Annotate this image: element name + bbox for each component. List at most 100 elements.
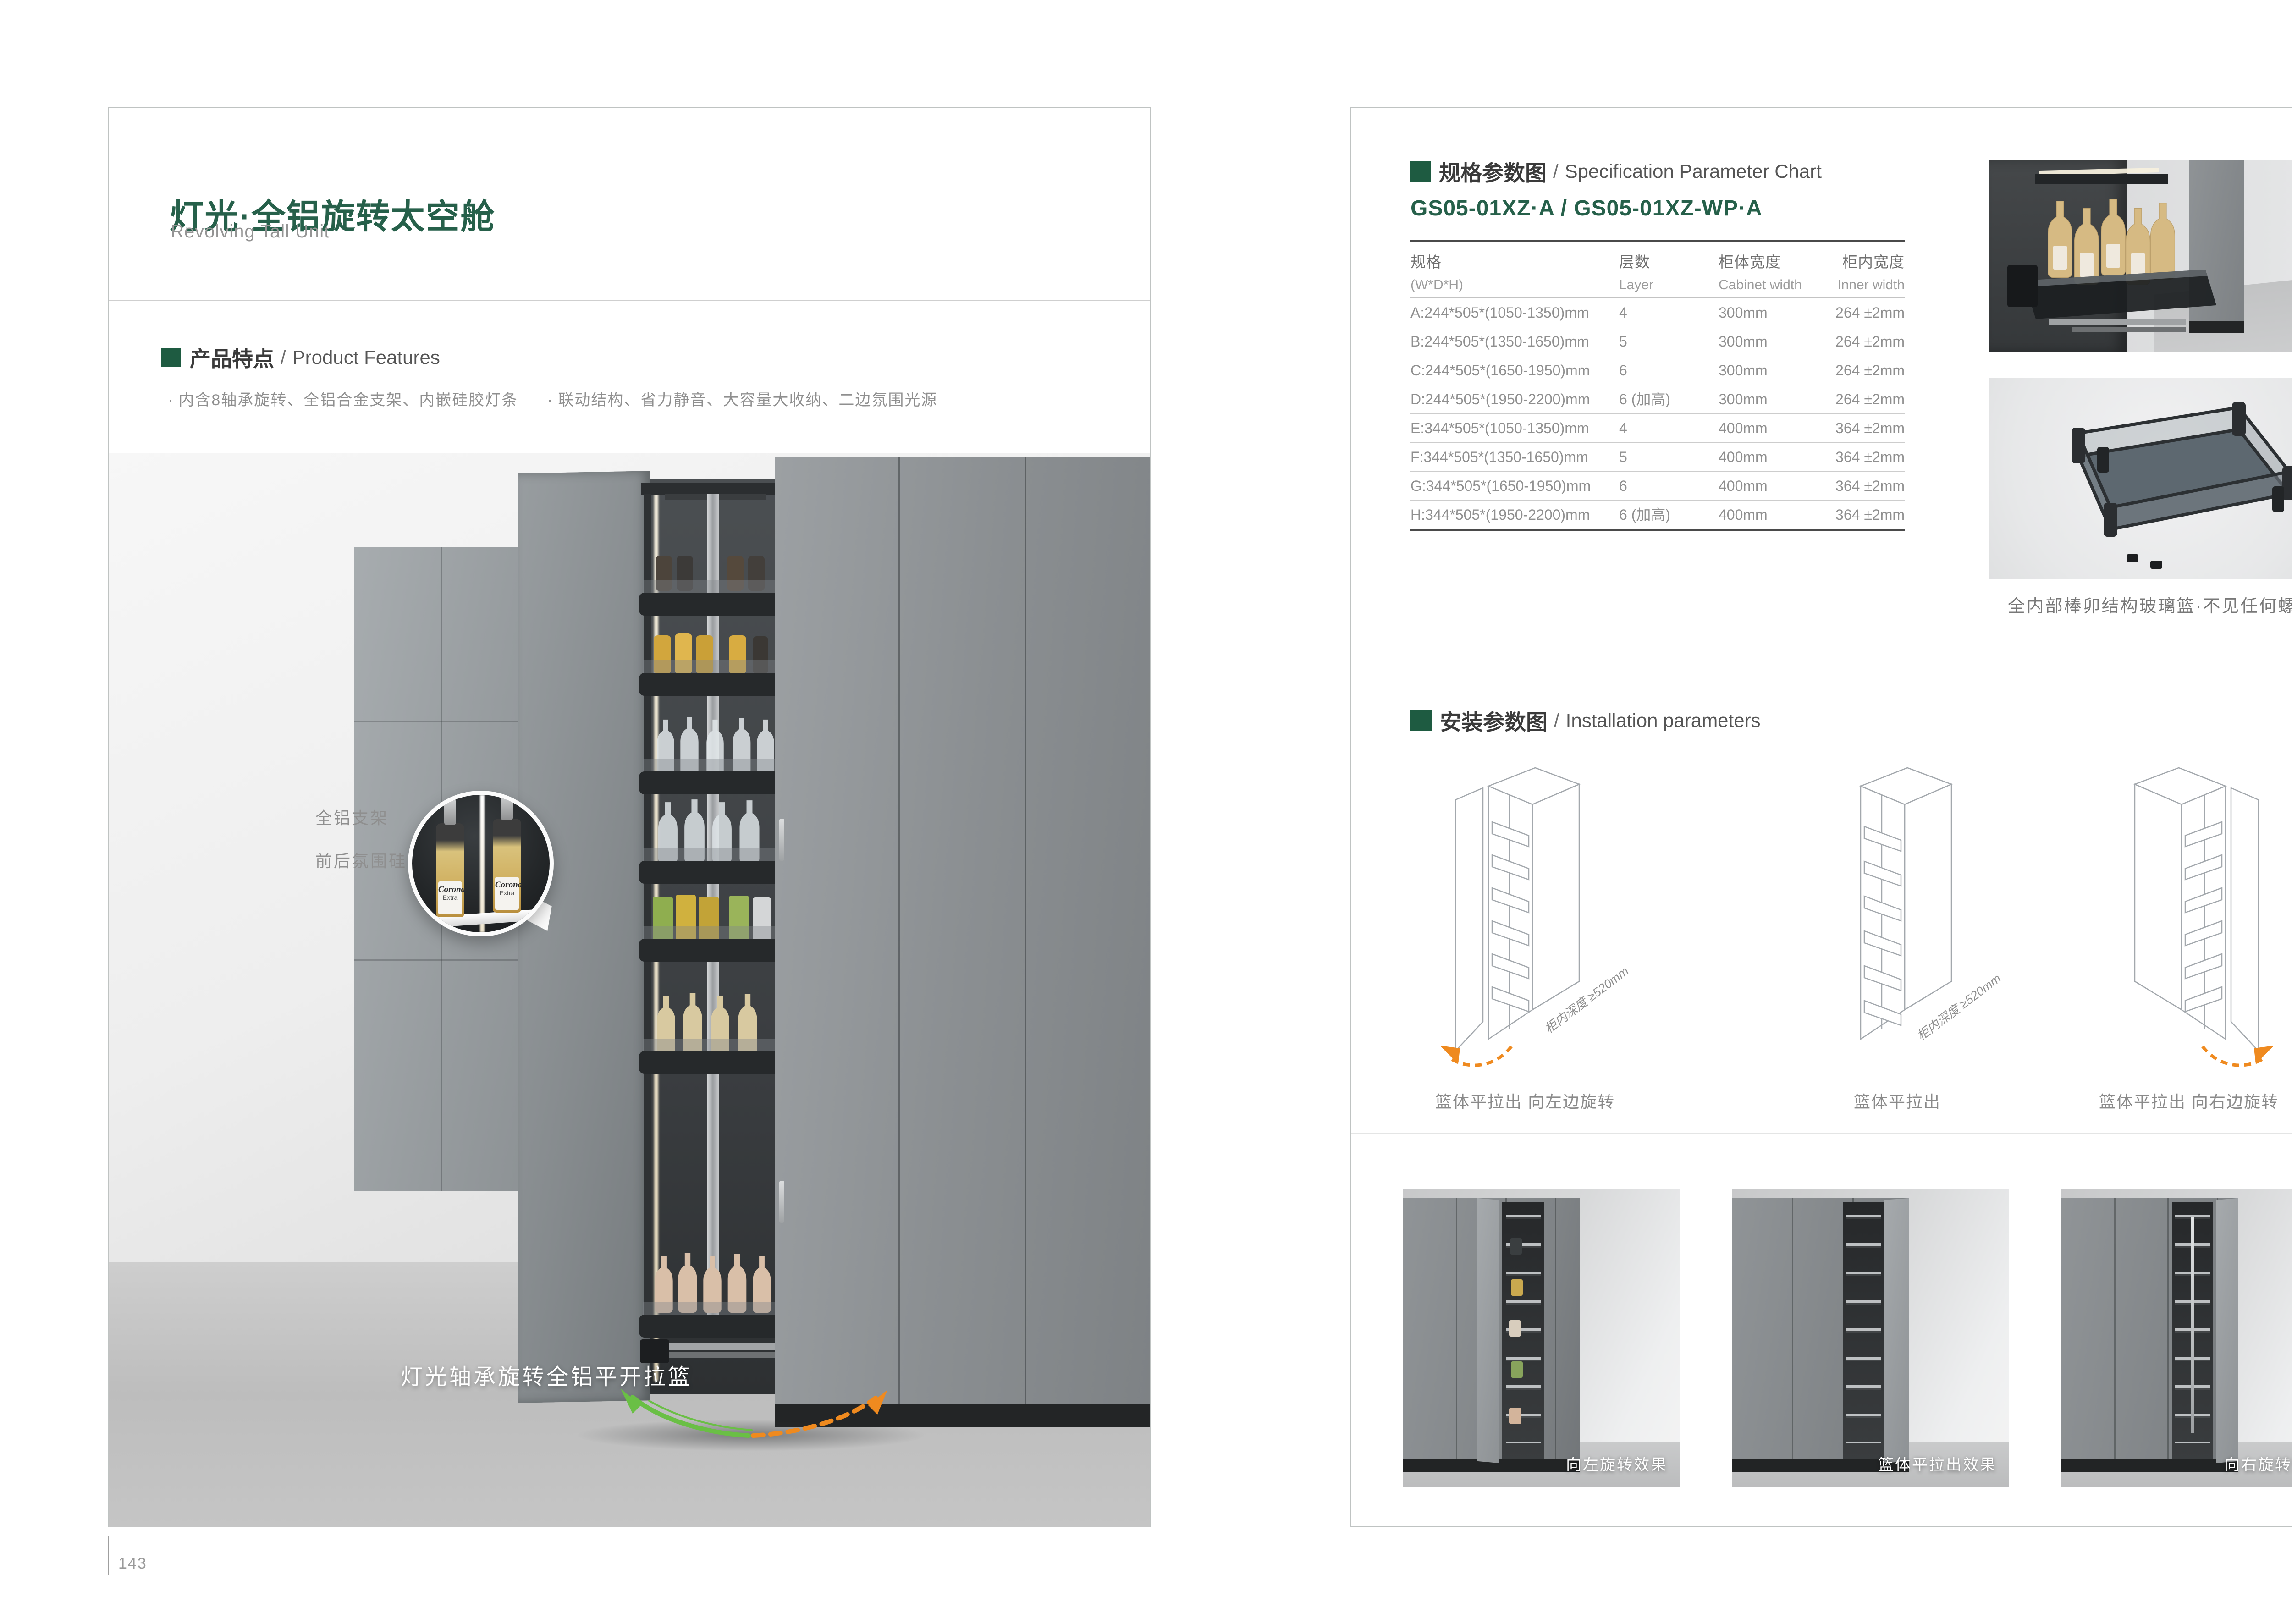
left-page: 灯光·全铝旋转太空舱 Revolving Tall Unit 产品特点 / Pr… (108, 107, 1151, 1527)
diagram-caption: 篮体平拉出 向右边旋转 (2083, 1089, 2292, 1112)
cell-spec: F:344*505*(1350-1650)mm (1410, 443, 1588, 471)
table-row: A:244*505*(1050-1350)mm 4 300mm 264 ±2mm (1410, 298, 1905, 327)
pullout-unit (1843, 1202, 1884, 1459)
cell-layer: 5 (1619, 443, 1627, 471)
bottle-sublabel: Extra (438, 894, 462, 901)
feature-item: ·内含8轴承旋转、全铝合金支架、内嵌硅胶灯条 (168, 387, 518, 410)
cell-cabinet-width: 300mm (1719, 298, 1768, 327)
cell-inner-width: 364 ±2mm (1835, 501, 1905, 529)
spec-heading-zh: 规格参数图 (1439, 155, 1547, 187)
bottle: CoronaExtra (436, 823, 464, 917)
diagram-caption: 篮体平拉出 向左边旋转 (1420, 1089, 1631, 1112)
glass-basket-with-bottles (2007, 168, 2223, 342)
table-row: E:344*505*(1050-1350)mm4400mm364 ±2mm (1410, 414, 1905, 443)
rotate-left-arrow-icon (1440, 1046, 1460, 1064)
gallery-caption: 向右旋转效果 (2224, 1452, 2292, 1475)
col-header-en: Cabinet width (1719, 277, 1802, 293)
rotation-arrows-icon (590, 1388, 911, 1448)
photo-caption: 灯光轴承旋转全铝平开拉篮 (401, 1359, 692, 1391)
feature-item: ·联动结构、省力静音、大容量大收纳、二边氛围光源 (547, 387, 937, 410)
diagram-caption: 篮体平拉出 (1792, 1089, 2003, 1112)
page-subtitle: Revolving Tall Unit (171, 221, 330, 242)
heading-separator: / (281, 347, 286, 369)
cell-cabinet-width: 400mm (1719, 501, 1768, 529)
pullout-unit (637, 480, 793, 1402)
table-header: 规格(W*D*H) 层数Layer 柜体宽度Cabinet width 柜内宽度… (1410, 242, 1905, 298)
cell-spec: A:244*505*(1050-1350)mm (1410, 298, 1589, 327)
install-diagram-right (2083, 758, 2292, 1079)
spec-heading: 规格参数图 / Specification Parameter Chart (1410, 155, 1822, 187)
cell-spec: B:244*505*(1350-1650)mm (1410, 327, 1589, 356)
cell-layer: 6 (加高) (1619, 385, 1670, 413)
callout-line1: 全铝支架 (315, 805, 389, 829)
table-row: C:244*505*(1650-1950)mm 6 300mm 264 ±2mm (1410, 356, 1905, 385)
pullout-unit (2172, 1202, 2214, 1459)
cell-cabinet-width: 400mm (1719, 443, 1768, 471)
table-row: G:344*505*(1650-1950)mm6400mm364 ±2mm (1410, 472, 1905, 501)
spec-photo-basket (1989, 378, 2292, 579)
cell-cabinet-width: 400mm (1719, 414, 1768, 442)
heading-separator: / (1554, 710, 1559, 732)
col-header-en: (W*D*H) (1410, 277, 1463, 293)
door-handle (779, 1181, 784, 1223)
cell-inner-width: 364 ±2mm (1835, 414, 1905, 442)
table-row: B:244*505*(1350-1650)mm5300mm264 ±2mm (1410, 327, 1905, 356)
gallery-photo-pullout: 篮体平拉出效果 (1732, 1189, 2009, 1487)
section-divider (1351, 1133, 2292, 1134)
rotate-right-arrow-icon (2254, 1046, 2274, 1064)
feature-text: 内含8轴承旋转、全铝合金支架、内嵌硅胶灯条 (178, 391, 518, 409)
cell-layer: 6 (加高) (1619, 501, 1670, 529)
cell-cabinet-width: 300mm (1719, 356, 1768, 385)
table-row: D:244*505*(1950-2200)mm 6 (加高) 300mm 264 ±2… (1410, 385, 1905, 414)
cell-layer: 6 (1619, 472, 1627, 500)
led-glow (480, 795, 485, 932)
col-header-en: Inner width (1837, 277, 1905, 293)
spec-photo-pullout (1989, 160, 2292, 352)
cell-spec: H:344*505*(1950-2200)mm (1410, 501, 1590, 529)
right-page: 规格参数图 / Specification Parameter Chart GS… (1350, 107, 2292, 1527)
spec-photo-caption: 全内部棒卯结构玻璃篮·不见任何螺丝 (1989, 592, 2292, 617)
gallery-caption: 篮体平拉出效果 (1878, 1452, 1997, 1475)
gallery-caption: 向左旋转效果 (1566, 1452, 1668, 1475)
door-handle (779, 819, 784, 861)
pullout-unit (1502, 1202, 1544, 1459)
install-diagram-left: 柜内深度 ≥520mm (1420, 758, 1631, 1079)
spec-heading-en: Specification Parameter Chart (1565, 160, 1822, 182)
features-heading-zh: 产品特点 (190, 342, 274, 373)
header-divider (109, 300, 1150, 301)
bottle-label: Corona (438, 885, 462, 894)
detail-zoom-bubble: CoronaExtra CoronaExtra (408, 791, 554, 936)
cell-inner-width: 364 ±2mm (1835, 443, 1905, 471)
table-row: H:344*505*(1950-2200)mm 6 (加高) 400mm 364 ±2… (1410, 501, 1905, 529)
gallery-photo-rotate-left: 向左旋转效果 (1403, 1189, 1680, 1487)
cell-spec: C:244*505*(1650-1950)mm (1410, 356, 1590, 385)
col-header-en: Layer (1619, 277, 1653, 293)
cell-cabinet-width: 400mm (1719, 472, 1768, 500)
section-marker-icon (161, 348, 181, 367)
cell-layer: 4 (1619, 298, 1627, 327)
col-header-zh: 柜内宽度 (1837, 250, 1905, 272)
cell-inner-width: 264 ±2mm (1835, 356, 1905, 385)
cell-spec: D:244*505*(1950-2200)mm (1410, 385, 1590, 413)
page-number-left: 143 (118, 1555, 147, 1573)
open-door (1884, 1198, 1909, 1463)
cell-inner-width: 264 ±2mm (1835, 385, 1905, 413)
cell-inner-width: 264 ±2mm (1835, 298, 1905, 327)
cell-spec: E:344*505*(1050-1350)mm (1410, 414, 1589, 442)
rotation-pole (2191, 1217, 2194, 1433)
cell-layer: 6 (1619, 356, 1627, 385)
cell-layer: 5 (1619, 327, 1627, 356)
gallery-photo-rotate-right: 向右旋转效果 (2061, 1189, 2292, 1487)
spec-table: 规格(W*D*H) 层数Layer 柜体宽度Cabinet width 柜内宽度… (1410, 240, 1905, 531)
bullet-icon: · (547, 391, 553, 409)
section-marker-icon (1410, 161, 1431, 182)
catalog-spread: 灯光·全铝旋转太空舱 Revolving Tall Unit 产品特点 / Pr… (0, 0, 2292, 1624)
install-heading-zh: 安装参数图 (1440, 705, 1548, 736)
col-header-zh: 规格 (1410, 250, 1463, 272)
install-diagram-straight: 柜内深度 ≥520mm (1792, 758, 2003, 1079)
features-heading: 产品特点 / Product Features (161, 342, 440, 373)
cell-cabinet-width: 300mm (1719, 385, 1768, 413)
open-door (2216, 1198, 2238, 1463)
bottle: CoronaExtra (493, 819, 521, 913)
bullet-icon: · (168, 391, 174, 409)
